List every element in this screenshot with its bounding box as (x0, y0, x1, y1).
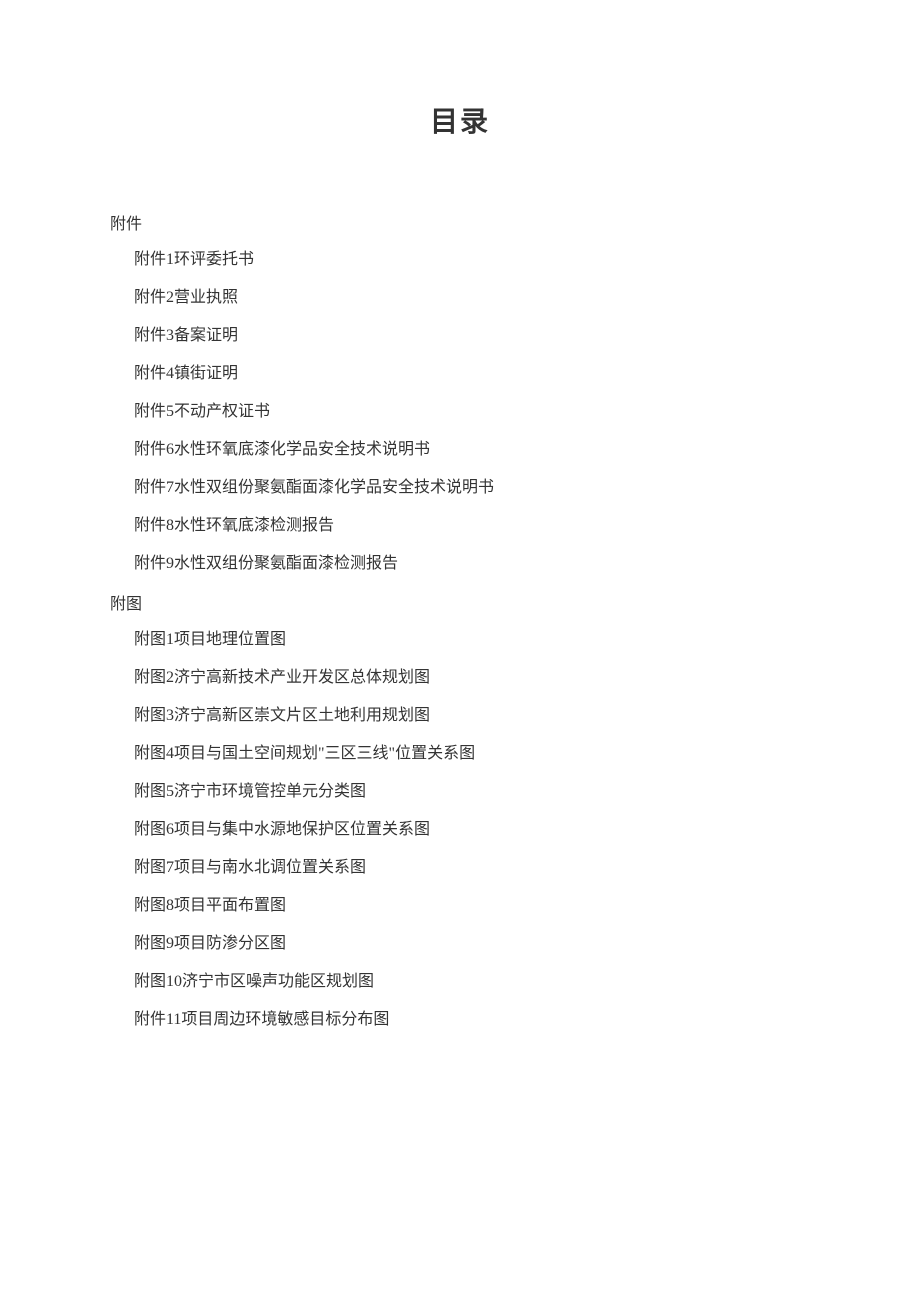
toc-item: 附图6项目与集中水源地保护区位置关系图 (110, 818, 810, 842)
toc-item: 附件5不动产权证书 (110, 400, 810, 424)
toc-item: 附图10济宁市区噪声功能区规划图 (110, 970, 810, 994)
toc-item: 附图5济宁市环境管控单元分类图 (110, 780, 810, 804)
toc-item: 附件9水性双组份聚氨酯面漆检测报告 (110, 552, 810, 576)
toc-item: 附件2营业执照 (110, 286, 810, 310)
section-heading-figures: 附图 (110, 590, 810, 614)
toc-item: 附图9项目防渗分区图 (110, 932, 810, 956)
section-heading-attachments: 附件 (110, 210, 810, 234)
toc-item: 附件1环评委托书 (110, 248, 810, 272)
document-title: 目录 (110, 100, 810, 140)
toc-item: 附图4项目与国土空间规划"三区三线"位置关系图 (110, 742, 810, 766)
toc-item: 附图1项目地理位置图 (110, 628, 810, 652)
toc-item: 附件7水性双组份聚氨酯面漆化学品安全技术说明书 (110, 476, 810, 500)
toc-item: 附图7项目与南水北调位置关系图 (110, 856, 810, 880)
toc-item: 附图8项目平面布置图 (110, 894, 810, 918)
toc-item: 附图3济宁高新区崇文片区土地利用规划图 (110, 704, 810, 728)
page-container: 目录 附件 附件1环评委托书 附件2营业执照 附件3备案证明 附件4镇街证明 附… (0, 0, 920, 1032)
toc-item: 附件3备案证明 (110, 324, 810, 348)
toc-item: 附件6水性环氧底漆化学品安全技术说明书 (110, 438, 810, 462)
toc-item: 附件8水性环氧底漆检测报告 (110, 514, 810, 538)
toc-item: 附图2济宁高新技术产业开发区总体规划图 (110, 666, 810, 690)
toc-item: 附件4镇街证明 (110, 362, 810, 386)
toc-item: 附件11项目周边环境敏感目标分布图 (110, 1008, 810, 1032)
